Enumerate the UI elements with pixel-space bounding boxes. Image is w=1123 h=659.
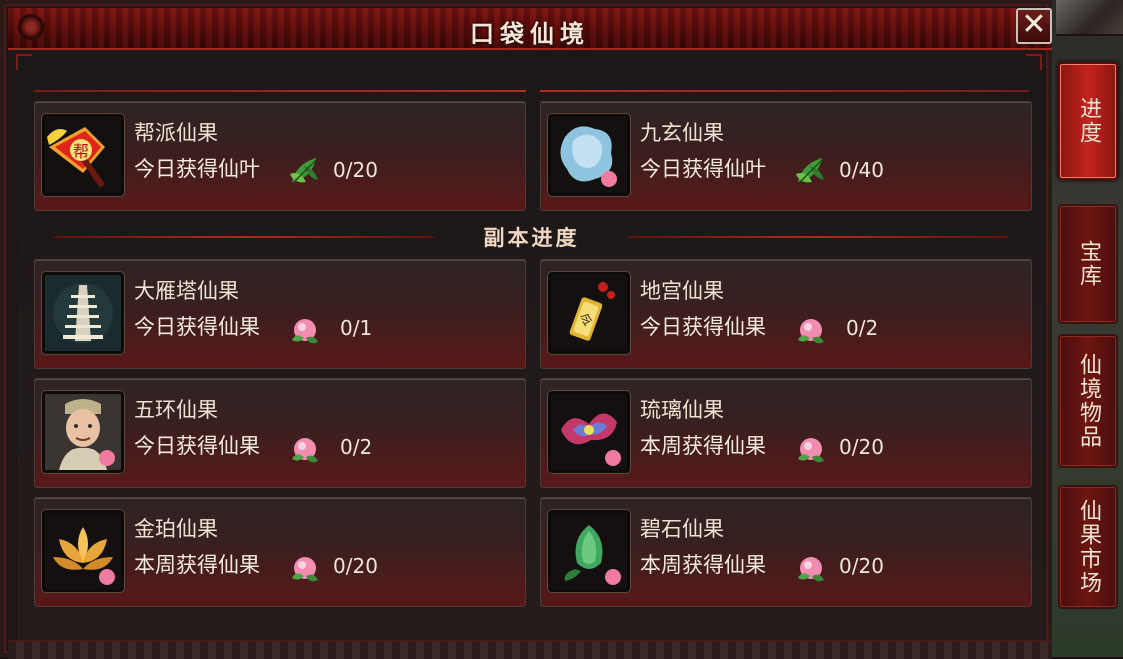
peach-icon [792, 310, 830, 348]
guild-flag-icon: 帮 [42, 114, 124, 196]
corner-ornament [16, 54, 32, 70]
card-description: 本周获得仙果 [134, 553, 260, 577]
amber-lotus-icon [42, 510, 124, 592]
bottom-border [8, 640, 1052, 659]
tab-label: 进度 [1076, 97, 1101, 145]
token-icon: 令 [548, 272, 630, 354]
peach-icon [286, 310, 324, 348]
tab-fruit-market[interactable]: 仙果市场 [1058, 485, 1118, 609]
card-title: 琉璃仙果 [640, 398, 724, 422]
progress-count: 0/40 [839, 158, 884, 182]
card-underground-palace[interactable]: 令 地宫仙果 今日获得仙果 0/2 [540, 259, 1032, 369]
character-portrait-fragment [1056, 0, 1123, 36]
pocket-fairyland-panel: 口袋仙境 ✕ 帮 帮派仙果 今日获得仙叶 0/20 九玄仙果 今日获得仙叶 0/… [0, 0, 1052, 659]
card-jade-stone-fruit[interactable]: 碧石仙果 本周获得仙果 0/20 [540, 497, 1032, 607]
tab-treasury[interactable]: 宝库 [1058, 204, 1118, 324]
close-button[interactable]: ✕ [1016, 8, 1052, 44]
progress-count: 0/2 [340, 435, 373, 459]
card-title: 九玄仙果 [640, 121, 724, 145]
peach-icon [286, 548, 324, 586]
card-title: 大雁塔仙果 [134, 279, 239, 303]
leaf-icon [792, 152, 830, 190]
jade-fruit-icon [548, 510, 630, 592]
progress-count: 0/20 [333, 158, 378, 182]
pagoda-icon [42, 272, 124, 354]
card-description: 今日获得仙叶 [640, 157, 766, 181]
card-big-goose-pagoda[interactable]: 大雁塔仙果 今日获得仙果 0/1 [34, 259, 526, 369]
card-title: 五环仙果 [134, 398, 218, 422]
card-jiuxuan-fruit[interactable]: 九玄仙果 今日获得仙叶 0/40 [540, 101, 1032, 211]
progress-count: 0/20 [839, 435, 884, 459]
card-title: 帮派仙果 [134, 121, 218, 145]
progress-count: 0/1 [340, 316, 373, 340]
tab-label: 仙果市场 [1076, 499, 1101, 595]
card-description: 今日获得仙叶 [134, 157, 260, 181]
tab-label: 仙境物品 [1076, 353, 1101, 449]
card-amber-fruit[interactable]: 金珀仙果 本周获得仙果 0/20 [34, 497, 526, 607]
window-title: 口袋仙境 [470, 19, 590, 48]
card-glass-fruit[interactable]: 琉璃仙果 本周获得仙果 0/20 [540, 378, 1032, 488]
peach-icon [792, 429, 830, 467]
leaf-icon [286, 152, 324, 190]
card-five-rings[interactable]: 五环仙果 今日获得仙果 0/2 [34, 378, 526, 488]
glass-flower-icon [548, 391, 630, 473]
tab-progress[interactable]: 进度 [1058, 62, 1118, 180]
progress-count: 0/2 [846, 316, 879, 340]
corner-ornament [1026, 54, 1042, 70]
tab-fairyland-items[interactable]: 仙境物品 [1058, 334, 1118, 468]
progress-count: 0/20 [839, 554, 884, 578]
old-man-portrait-icon [42, 391, 124, 473]
section-title: 副本进度 [483, 225, 580, 250]
blue-jade-icon [548, 114, 630, 196]
top-divider [34, 89, 1029, 93]
progress-count: 0/20 [333, 554, 378, 578]
peach-icon [286, 429, 324, 467]
card-guild-fruit[interactable]: 帮 帮派仙果 今日获得仙叶 0/20 [34, 101, 526, 211]
card-title: 地宫仙果 [640, 279, 724, 303]
section-header: 副本进度 [34, 218, 1029, 254]
card-description: 今日获得仙果 [134, 315, 260, 339]
card-description: 本周获得仙果 [640, 434, 766, 458]
card-description: 今日获得仙果 [640, 315, 766, 339]
card-title: 金珀仙果 [134, 517, 218, 541]
title-bar[interactable]: 口袋仙境 [8, 8, 1052, 50]
card-description: 今日获得仙果 [134, 434, 260, 458]
card-title: 碧石仙果 [640, 517, 724, 541]
tab-label: 宝库 [1076, 240, 1101, 288]
card-description: 本周获得仙果 [640, 553, 766, 577]
guild-badge-text: 帮 [73, 142, 89, 161]
peach-icon [792, 548, 830, 586]
